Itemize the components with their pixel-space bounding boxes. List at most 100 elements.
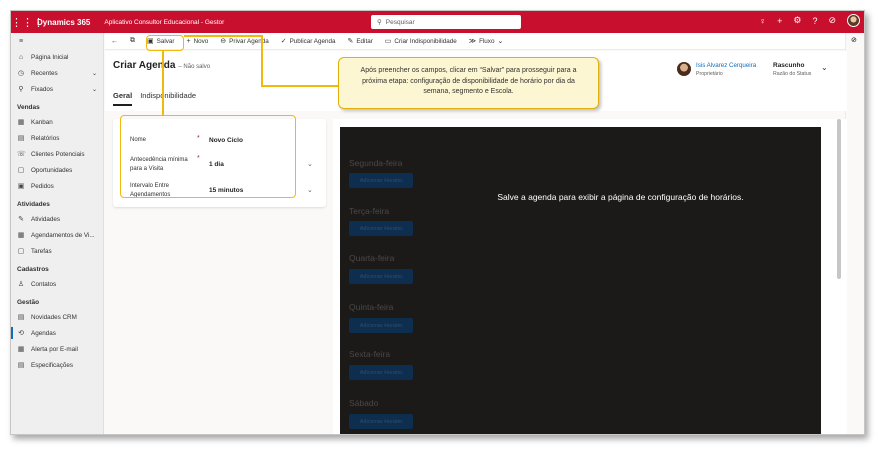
plus-icon: + (186, 37, 191, 45)
sidebar-item-label: Agendas (31, 329, 56, 337)
sidebar-item-home[interactable]: ⌂ Página Inicial (11, 49, 103, 65)
sidebar-item-contacts[interactable]: ♙ Contatos (11, 276, 103, 292)
news-icon: ▤ (17, 314, 25, 321)
edit-button[interactable]: ✎ Editar (341, 33, 378, 50)
sidebar-item-label: Kanban (31, 118, 53, 126)
flow-label: Fluxo (479, 37, 495, 45)
hamburger-menu[interactable]: ≡ (11, 33, 103, 49)
app-window: ⋮⋮⋮ Dynamics 365 Aplicativo Consultor Ed… (10, 10, 865, 435)
add-time-button[interactable]: Adicionar Horário (349, 221, 413, 236)
create-unavail-label: Criar Indisponibilidade (394, 37, 457, 45)
group-atividades: Atividades (17, 201, 50, 208)
plus-icon[interactable]: + (777, 16, 782, 26)
sidebar-item-activities[interactable]: ✎ Atividades (11, 211, 103, 227)
owner-role: Proprietário (696, 71, 723, 77)
sidebar-item-pinned[interactable]: ⚲ Fixados ⌄ (11, 81, 103, 97)
sidebar-item-label: Fixados (31, 85, 54, 93)
chevron-down-icon[interactable]: ⌄ (307, 186, 313, 194)
sidebar-item-label: Clientes Potenciais (31, 150, 85, 158)
popout-button[interactable]: ⧉ (124, 33, 141, 50)
top-bar: ⋮⋮⋮ Dynamics 365 Aplicativo Consultor Ed… (11, 11, 864, 33)
top-icons: ♀ + ⚙ ? ⊘ (759, 14, 860, 27)
add-time-button[interactable]: Adicionar Horário (349, 414, 413, 429)
sidebar-item-reports[interactable]: ▤ Relatórios (11, 130, 103, 146)
sidebar-item-agendas[interactable]: ⟲ Agendas (11, 325, 103, 341)
add-time-button[interactable]: Adicionar Horário (349, 173, 413, 188)
flow-icon: ≫ (468, 38, 477, 45)
calendar-icon: ▭ (384, 38, 392, 45)
status-block: Rascunho Razão do Status (773, 62, 811, 77)
scrollbar[interactable] (837, 119, 841, 279)
task-icon: ▢ (17, 248, 25, 255)
activity-icon: ✎ (18, 216, 24, 223)
sidebar-item-kanban[interactable]: ▦ Kanban (11, 114, 103, 130)
add-time-button[interactable]: Adicionar Horário (349, 365, 413, 380)
form-tabs: Geral Indisponibilidade (113, 91, 196, 106)
tab-indisponibilidade[interactable]: Indisponibilidade (140, 91, 196, 106)
create-unavailability-button[interactable]: ▭ Criar Indisponibilidade (379, 33, 463, 50)
home-icon: ⌂ (18, 53, 24, 61)
unsaved-indicator: – Não salvo (178, 64, 211, 70)
sidebar-item-label: Agendamentos de Vi... (31, 231, 95, 239)
right-panel-strip: ⊘ (845, 33, 864, 434)
popout-icon: ⧉ (130, 37, 135, 44)
fields-highlight (120, 115, 296, 198)
sidebar-item-specifications[interactable]: ▤ Especificações (11, 357, 103, 373)
group-cadastros: Cadastros (17, 266, 49, 273)
sidebar-item-label: Recentes (31, 69, 58, 77)
app-name[interactable]: Aplicativo Consultor Educacional - Gesto… (104, 19, 224, 26)
title-text: Criar Agenda (113, 60, 176, 71)
search-placeholder: Pesquisar (385, 18, 415, 26)
day-label: Terça-feira (349, 206, 390, 216)
user-avatar[interactable] (847, 14, 860, 27)
gear-icon[interactable]: ⚙ (793, 15, 801, 26)
connector-line (261, 35, 263, 86)
pin-icon: ⚲ (18, 86, 24, 93)
order-icon: ▣ (17, 183, 25, 190)
sidebar-item-label: Relatórios (31, 134, 60, 142)
sidebar-item-recent[interactable]: ◷ Recentes ⌄ (11, 65, 103, 81)
sidebar-item-opportunities[interactable]: ▢ Oportunidades (11, 162, 103, 178)
copilot-icon[interactable]: ⊘ (828, 15, 836, 26)
owner-name-link[interactable]: Isis Alvarez Cerqueira (696, 62, 756, 69)
day-label: Sexta-feira (349, 349, 391, 359)
calendar-icon: ▦ (17, 232, 25, 239)
schedule-overlay: Segunda-feira Adicionar Horário Terça-fe… (340, 127, 821, 434)
sidebar-item-leads[interactable]: ☏ Clientes Potenciais (11, 146, 103, 162)
sidebar-item-label: Novidades CRM (31, 313, 77, 321)
publish-agenda-button[interactable]: ✓ Publicar Agenda (275, 33, 342, 50)
search-box[interactable]: ⚲ Pesquisar (371, 15, 521, 29)
app-launcher-icon[interactable]: ⋮⋮⋮ (11, 16, 44, 29)
owner-block: Isis Alvarez Cerqueira Proprietário (677, 62, 756, 77)
kanban-icon: ▦ (17, 119, 25, 126)
search-icon: ⚲ (377, 19, 382, 26)
sidebar-item-label: Atividades (31, 215, 61, 223)
sidebar-item-visit-schedules[interactable]: ▦ Agendamentos de Vi... (11, 227, 103, 243)
deprive-label: Privar Agenda (229, 37, 269, 45)
chevron-down-icon: ⌄ (497, 38, 504, 45)
brand-name[interactable]: Dynamics 365 (37, 18, 90, 27)
tab-geral[interactable]: Geral (113, 91, 133, 106)
add-time-button[interactable]: Adicionar Horário (349, 269, 413, 284)
day-label: Sábado (349, 398, 379, 408)
sidebar-item-label: Tarefas (31, 247, 52, 255)
instruction-callout: Após preencher os campos, clicar em “Sal… (338, 57, 599, 109)
sync-icon: ⟲ (18, 330, 24, 337)
sidebar-item-email-alert[interactable]: ▦ Alerta por E-mail (11, 341, 103, 357)
chevron-down-icon[interactable]: ⌄ (307, 160, 313, 168)
opportunity-icon: ▢ (17, 167, 25, 174)
sidebar-item-tasks[interactable]: ▢ Tarefas (11, 243, 103, 259)
sidebar-item-label: Pedidos (31, 182, 54, 190)
help-icon[interactable]: ? (812, 16, 817, 26)
sidebar-item-news[interactable]: ▤ Novidades CRM (11, 309, 103, 325)
header-expand-chevron-icon[interactable]: ⌄ (821, 63, 828, 72)
sidebar-item-label: Alerta por E-mail (31, 345, 78, 353)
flow-button[interactable]: ≫ Fluxo ⌄ (463, 33, 510, 50)
sidebar-item-orders[interactable]: ▣ Pedidos (11, 178, 103, 194)
back-button[interactable]: ← (105, 33, 124, 50)
copilot-side-icon[interactable]: ⊘ (851, 36, 857, 44)
lightbulb-icon[interactable]: ♀ (759, 16, 766, 26)
sidebar: ≡ ⌂ Página Inicial ◷ Recentes ⌄ ⚲ Fixados ⌄ V… (11, 33, 104, 434)
add-time-button[interactable]: Adicionar Horário (349, 318, 413, 333)
save-first-message: Salve a agenda para exibir a página de c… (497, 192, 744, 202)
